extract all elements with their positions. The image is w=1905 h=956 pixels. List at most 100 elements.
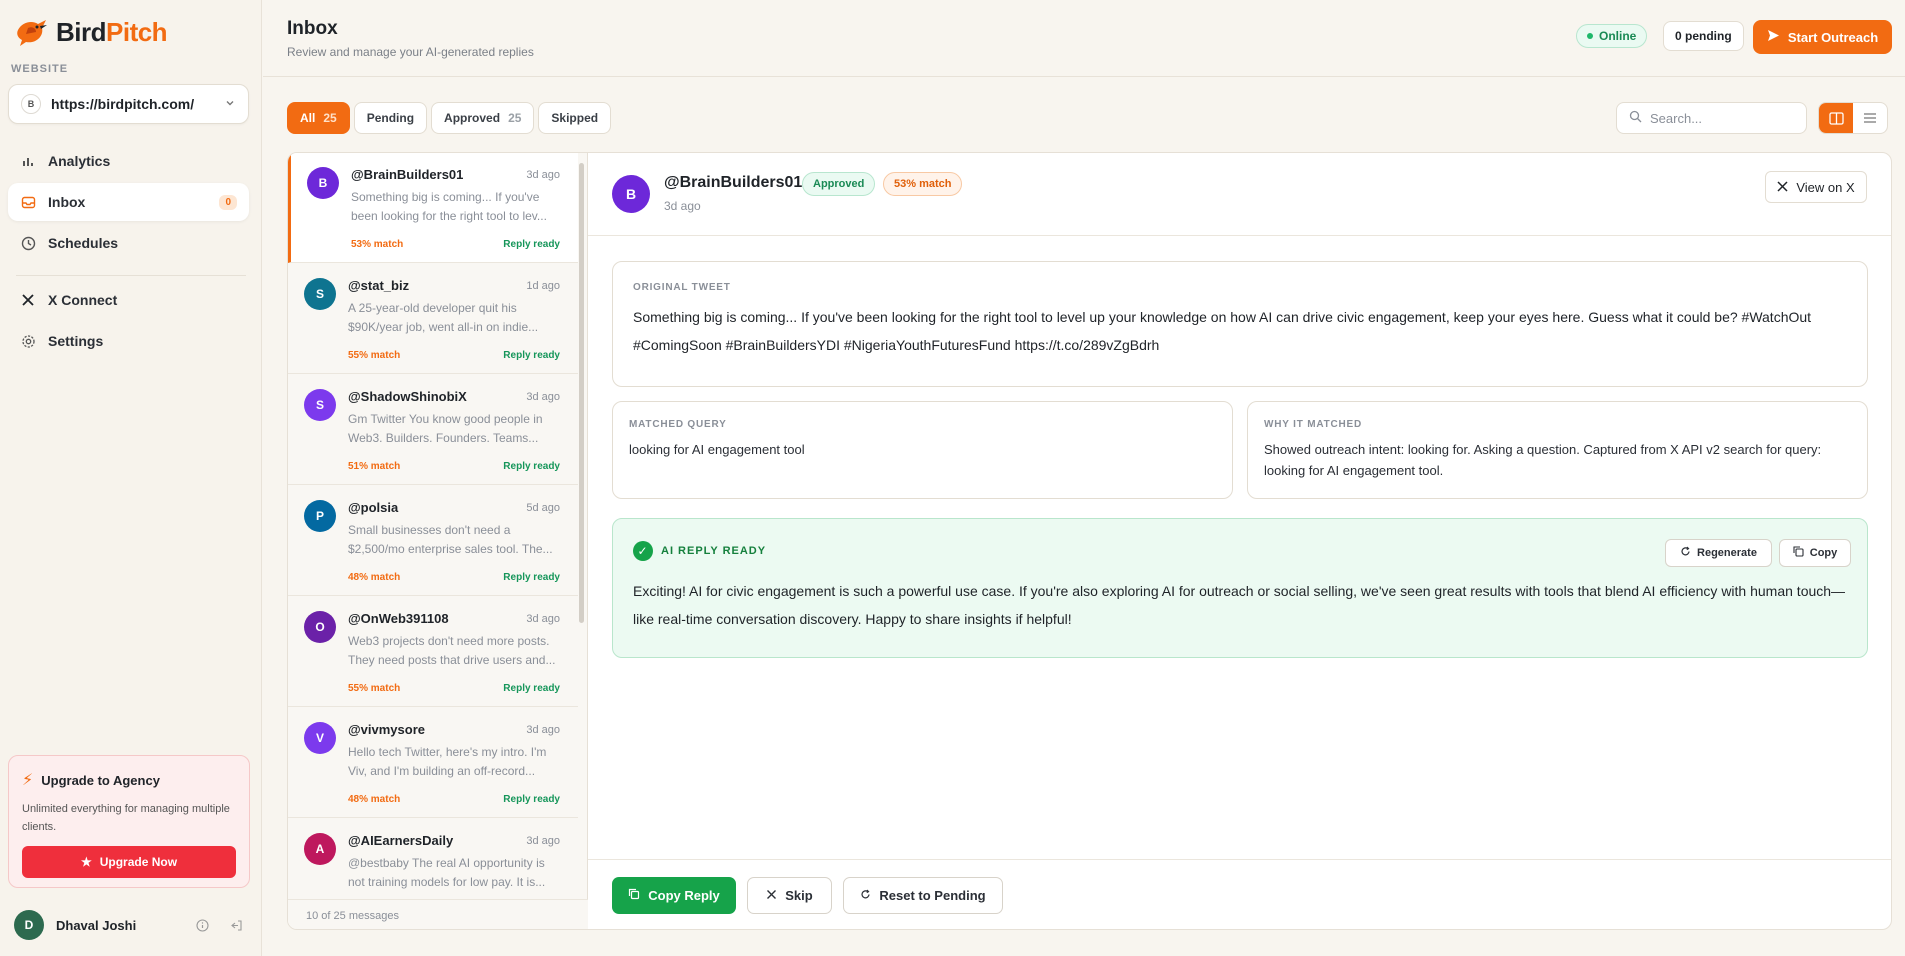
tab-pending[interactable]: Pending bbox=[353, 102, 428, 134]
check-circle-icon: ✓ bbox=[633, 541, 653, 561]
regenerate-button[interactable]: Regenerate bbox=[1665, 539, 1772, 567]
tab-approved[interactable]: Approved 25 bbox=[431, 102, 535, 134]
message-list: B @BrainBuilders01 3d ago Something big … bbox=[288, 153, 588, 929]
detail-handle: @BrainBuilders01 bbox=[664, 174, 803, 191]
message-preview: Hello tech Twitter, here's my intro. I'm… bbox=[348, 745, 547, 778]
start-outreach-label: Start Outreach bbox=[1787, 29, 1879, 45]
match-score: 55% match bbox=[348, 350, 401, 361]
message-time: 1d ago bbox=[526, 280, 560, 292]
ai-reply-text[interactable]: Exciting! AI for civic engagement is suc… bbox=[633, 577, 1847, 633]
avatar: V bbox=[304, 722, 336, 754]
brand-name-part2: Pitch bbox=[106, 16, 168, 47]
original-tweet-label: ORIGINAL TWEET bbox=[633, 282, 731, 293]
message-preview: Small businesses don't need a $2,500/mo … bbox=[348, 523, 553, 556]
sidebar-item-inbox[interactable]: Inbox 0 bbox=[8, 183, 249, 221]
reply-status: Reply ready bbox=[503, 461, 560, 472]
search-icon bbox=[1629, 110, 1642, 126]
matched-query-text: looking for AI engagement tool bbox=[629, 442, 805, 457]
sidebar-item-analytics[interactable]: Analytics bbox=[8, 142, 249, 180]
avatar[interactable]: D bbox=[14, 910, 44, 940]
clock-icon bbox=[20, 235, 36, 251]
copy-icon bbox=[1793, 546, 1804, 560]
user-name: Dhaval Joshi bbox=[56, 917, 137, 933]
sidebar-item-settings[interactable]: Settings bbox=[8, 322, 249, 360]
match-score: 48% match bbox=[348, 794, 401, 805]
ai-reply-label: AI REPLY READY bbox=[661, 545, 767, 557]
split-view-icon[interactable] bbox=[1819, 103, 1853, 133]
message-time: 5d ago bbox=[526, 502, 560, 514]
message-preview: @bestbaby The real AI opportunity is not… bbox=[348, 856, 546, 889]
reply-status: Reply ready bbox=[503, 350, 560, 361]
page-subtitle: Review and manage your AI-generated repl… bbox=[287, 45, 534, 59]
help-icon[interactable] bbox=[194, 917, 210, 933]
view-on-x-button[interactable]: View on X bbox=[1765, 171, 1867, 203]
search-input[interactable] bbox=[1650, 110, 1790, 126]
original-tweet-text: Something big is coming... If you've bee… bbox=[633, 309, 1812, 353]
copy-reply-button[interactable]: Copy Reply bbox=[612, 877, 736, 914]
list-item[interactable]: P @polsia 5d ago Small businesses don't … bbox=[288, 486, 578, 596]
message-detail: B @BrainBuilders01 Approved 53% match 3d… bbox=[588, 153, 1891, 929]
skip-button[interactable]: Skip bbox=[747, 877, 832, 914]
avatar: S bbox=[304, 389, 336, 421]
bird-logo-icon bbox=[17, 20, 47, 46]
message-time: 3d ago bbox=[526, 724, 560, 736]
sidebar-item-schedules[interactable]: Schedules bbox=[8, 224, 249, 262]
matched-query-card: MATCHED QUERY looking for AI engagement … bbox=[612, 401, 1233, 499]
tab-label: Skipped bbox=[551, 111, 599, 125]
list-item[interactable]: O @OnWeb391108 3d ago Web3 projects don'… bbox=[288, 597, 578, 707]
why-matched-card: WHY IT MATCHED Showed outreach intent: l… bbox=[1247, 401, 1868, 499]
avatar: O bbox=[304, 611, 336, 643]
copy-button[interactable]: Copy bbox=[1779, 539, 1851, 567]
pending-count: 0 pending bbox=[1663, 21, 1744, 51]
tab-all[interactable]: All 25 bbox=[287, 102, 350, 134]
message-preview: Something big is coming... If you've bee… bbox=[351, 190, 547, 223]
match-score: 48% match bbox=[348, 572, 401, 583]
upgrade-now-button[interactable]: ★ Upgrade Now bbox=[22, 846, 236, 878]
list-item[interactable]: B @BrainBuilders01 3d ago Something big … bbox=[288, 153, 578, 263]
list-footer: 10 of 25 messages bbox=[288, 899, 588, 929]
tab-count: 25 bbox=[508, 111, 522, 125]
match-score: 53% match bbox=[351, 239, 404, 250]
page-header: Inbox Review and manage your AI-generate… bbox=[263, 0, 1905, 77]
avatar: P bbox=[304, 500, 336, 532]
upgrade-card: ⚡ Upgrade to Agency Unlimited everything … bbox=[8, 755, 250, 888]
message-time: 3d ago bbox=[526, 169, 560, 181]
detail-header: B @BrainBuilders01 Approved 53% match 3d… bbox=[588, 153, 1891, 236]
list-item[interactable]: S @stat_biz 1d ago A 25-year-old develop… bbox=[288, 264, 578, 374]
gear-icon bbox=[20, 333, 36, 349]
sidebar-item-x-connect[interactable]: X Connect bbox=[8, 281, 249, 319]
tab-skipped[interactable]: Skipped bbox=[538, 102, 612, 134]
close-icon bbox=[766, 888, 777, 903]
start-outreach-button[interactable]: Start Outreach bbox=[1753, 20, 1892, 54]
reply-status: Reply ready bbox=[503, 239, 560, 250]
copy-reply-label: Copy Reply bbox=[648, 888, 720, 903]
inbox-panel: B @BrainBuilders01 3d ago Something big … bbox=[287, 152, 1892, 930]
sidebar-item-label: Schedules bbox=[48, 235, 119, 251]
sidebar: BirdPitch WEBSITE B https://birdpitch.co… bbox=[0, 0, 262, 956]
reply-status: Reply ready bbox=[503, 794, 560, 805]
message-preview: A 25-year-old developer quit his $90K/ye… bbox=[348, 301, 539, 334]
message-preview: Web3 projects don't need more posts. The… bbox=[348, 634, 556, 667]
list-item[interactable]: S @ShadowShinobiX 3d ago Gm Twitter You … bbox=[288, 375, 578, 485]
site-favicon-icon: B bbox=[21, 94, 41, 114]
status-label: Online bbox=[1599, 29, 1637, 43]
avatar: A bbox=[304, 833, 336, 865]
brand-logo[interactable]: BirdPitch bbox=[14, 16, 168, 48]
website-select[interactable]: B https://birdpitch.com/ bbox=[8, 84, 249, 124]
refresh-icon bbox=[1680, 546, 1691, 560]
status-badge: Online bbox=[1576, 24, 1648, 48]
original-tweet-card: ORIGINAL TWEET Something big is coming..… bbox=[612, 261, 1868, 387]
message-time: 3d ago bbox=[526, 835, 560, 847]
logout-icon[interactable] bbox=[228, 917, 244, 933]
reset-to-pending-button[interactable]: Reset to Pending bbox=[843, 877, 1003, 914]
matched-query-label: MATCHED QUERY bbox=[629, 419, 727, 430]
detail-actions: Copy Reply Skip Reset to Pending bbox=[588, 859, 1891, 929]
list-view-icon[interactable] bbox=[1853, 103, 1887, 133]
copy-label: Copy bbox=[1809, 547, 1838, 559]
sidebar-item-label: X Connect bbox=[48, 292, 118, 308]
list-scrollbar[interactable] bbox=[579, 163, 584, 623]
reply-status: Reply ready bbox=[503, 572, 560, 583]
list-item[interactable]: V @vivmysore 3d ago Hello tech Twitter, … bbox=[288, 708, 578, 818]
website-url: https://birdpitch.com/ bbox=[51, 96, 195, 112]
message-time: 3d ago bbox=[526, 391, 560, 403]
